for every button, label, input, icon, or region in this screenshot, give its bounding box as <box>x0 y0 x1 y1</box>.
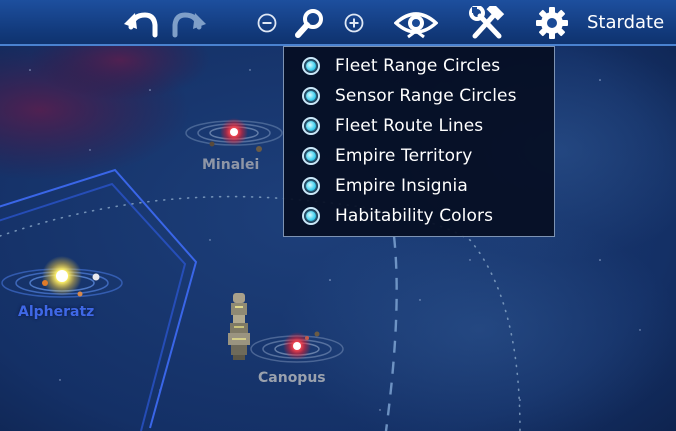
hammer-wrench-icon <box>469 6 505 40</box>
zoom-button[interactable] <box>292 6 328 40</box>
menu-item-label: Empire Territory <box>335 146 473 166</box>
menu-item-label: Empire Insignia <box>335 176 468 196</box>
view-options-menu: Fleet Range Circles Sensor Range Circles… <box>283 46 555 237</box>
top-toolbar: Stardate <box>0 0 676 46</box>
menu-item-fleet-range-circles[interactable]: Fleet Range Circles <box>284 51 554 81</box>
fleet-select[interactable] <box>224 290 254 362</box>
menu-item-empire-insignia[interactable]: Empire Insignia <box>284 171 554 201</box>
select-system-alpheratz[interactable] <box>8 252 122 302</box>
radio-checked-icon <box>302 57 320 75</box>
select-system-minalei[interactable] <box>196 112 270 152</box>
view-options-button[interactable] <box>392 6 440 40</box>
settings-button[interactable] <box>532 6 572 40</box>
menu-item-empire-territory[interactable]: Empire Territory <box>284 141 554 171</box>
radio-checked-icon <box>302 117 320 135</box>
system-label-canopus: Canopus <box>258 370 326 386</box>
menu-item-label: Sensor Range Circles <box>335 86 517 106</box>
galaxy-map-screen: Minalei Alpheratz Canopus Stardate Fleet… <box>0 0 676 431</box>
menu-item-habitability-colors[interactable]: Habitability Colors <box>284 201 554 231</box>
redo-button[interactable] <box>170 6 208 40</box>
system-label-alpheratz: Alpheratz <box>18 304 95 320</box>
zoom-in-button[interactable] <box>341 6 367 40</box>
stardate-label: Stardate <box>587 12 665 33</box>
radio-checked-icon <box>302 147 320 165</box>
radio-checked-icon <box>302 87 320 105</box>
menu-item-fleet-route-lines[interactable]: Fleet Route Lines <box>284 111 554 141</box>
menu-item-label: Fleet Range Circles <box>335 56 501 76</box>
zoom-out-button[interactable] <box>254 6 280 40</box>
menu-item-sensor-range-circles[interactable]: Sensor Range Circles <box>284 81 554 111</box>
radio-checked-icon <box>302 207 320 225</box>
tools-button[interactable] <box>466 6 508 40</box>
redo-arrow-icon <box>171 7 207 39</box>
undo-button[interactable] <box>122 6 160 40</box>
select-system-canopus[interactable] <box>252 322 344 368</box>
magnifier-icon <box>294 7 326 39</box>
menu-item-label: Fleet Route Lines <box>335 116 484 136</box>
eye-icon <box>394 7 438 39</box>
menu-item-label: Habitability Colors <box>335 206 494 226</box>
undo-arrow-icon <box>123 7 159 39</box>
zoom-out-icon <box>256 12 278 34</box>
radio-checked-icon <box>302 177 320 195</box>
system-label-minalei: Minalei <box>202 157 260 173</box>
zoom-in-icon <box>343 12 365 34</box>
gear-icon <box>535 6 569 40</box>
